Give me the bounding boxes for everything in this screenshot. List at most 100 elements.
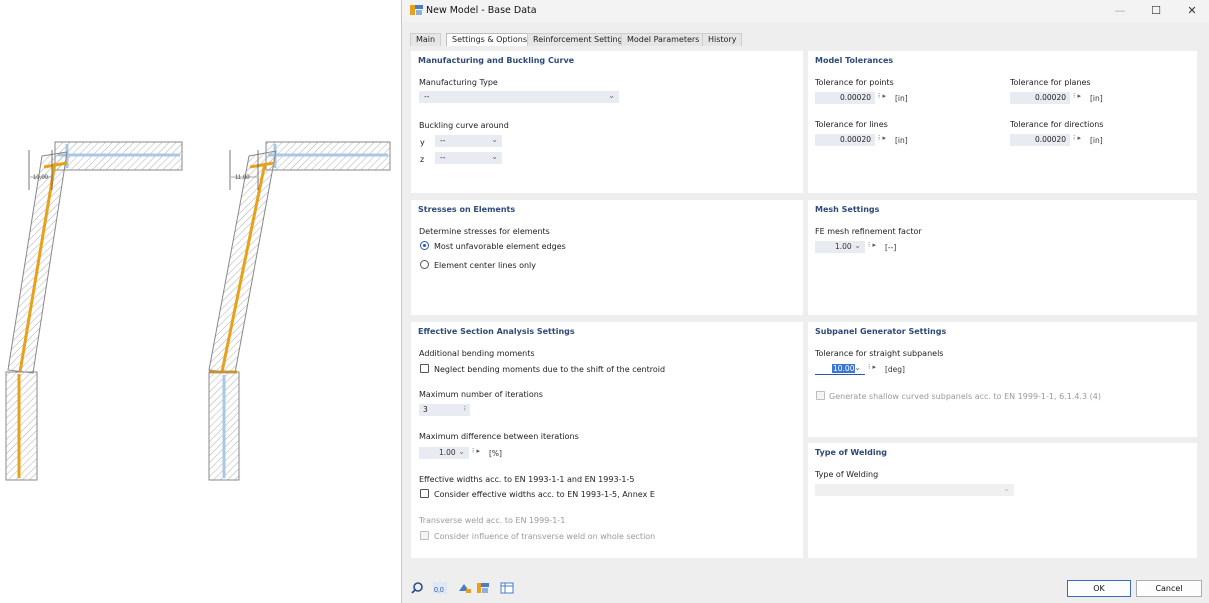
max-difference-unit: [%] — [489, 449, 502, 458]
consider-widths-checkbox[interactable] — [420, 489, 429, 498]
weld-influence-label[interactable]: Consider influence of transverse weld on… — [434, 532, 655, 541]
tolerance-points-unit: [in] — [895, 94, 908, 103]
max-difference-label: Maximum difference between iterations — [419, 432, 579, 441]
spin-icon[interactable]: ⁝ ▸ — [878, 134, 886, 142]
determine-stresses-label: Determine stresses for elements — [419, 227, 550, 236]
app-icon — [410, 5, 423, 15]
decimal-icon[interactable]: 0,0 — [433, 582, 447, 594]
tolerance-lines-label: Tolerance for lines — [815, 120, 888, 129]
chevron-down-icon: ⌄ — [491, 152, 498, 161]
spin-icon[interactable]: ⁝ ▸ — [868, 363, 876, 371]
manufacturing-type-value: -- — [424, 92, 430, 101]
mesh-heading: Mesh Settings — [815, 205, 880, 214]
mesh-factor-value: 1.00 — [835, 242, 852, 251]
tolerance-directions-value: 0.00020 — [1034, 135, 1066, 144]
tolerance-planes-input[interactable]: 0.00020 — [1010, 92, 1070, 104]
effective-section-panel: Effective Section Analysis Settings Addi… — [411, 322, 803, 558]
tolerance-lines-input[interactable]: 0.00020 — [815, 134, 875, 146]
spin-icon[interactable]: ⁝ ▸ — [472, 447, 480, 455]
spin-icon[interactable]: ⁝ ▸ — [868, 241, 876, 249]
tab-model-parameters[interactable]: Model Parameters — [621, 33, 706, 46]
tolerance-points-input[interactable]: 0.00020 — [815, 92, 875, 104]
chevron-down-icon: ⌄ — [854, 363, 861, 372]
left-dimension-label: 10,00 — [33, 175, 49, 181]
tolerance-directions-label: Tolerance for directions — [1010, 120, 1104, 129]
spin-icon[interactable]: ⁝ ▸ — [1073, 134, 1081, 142]
welding-type-select[interactable]: ⌄ — [815, 484, 1014, 496]
transverse-weld-label: Transverse weld acc. to EN 1999-1-1 — [419, 516, 566, 525]
shallow-curved-checkbox[interactable] — [816, 391, 825, 400]
search-icon[interactable] — [411, 582, 425, 594]
tolerance-planes-unit: [in] — [1090, 94, 1103, 103]
chevron-down-icon: ⌄ — [491, 135, 498, 144]
buckling-y-label: y — [420, 138, 425, 147]
straight-subpanels-label: Tolerance for straight subpanels — [815, 349, 944, 358]
model-tolerances-panel: Model Tolerances Tolerance for points 0.… — [808, 51, 1197, 193]
mesh-factor-select[interactable]: 1.00 ⌄ — [815, 241, 865, 253]
manufacturing-type-select[interactable]: -- ⌄ — [419, 91, 619, 103]
tab-reinforcement-settings[interactable]: Reinforcement Settings — [527, 33, 633, 46]
bending-moments-label: Additional bending moments — [419, 349, 535, 358]
max-iterations-label: Maximum number of iterations — [419, 390, 543, 399]
buckling-curve-label: Buckling curve around — [419, 121, 509, 130]
spin-icon[interactable]: ⁝ ▸ — [1073, 92, 1081, 100]
option-edges-label[interactable]: Most unfavorable element edges — [434, 242, 566, 251]
base-data-dialog: New Model - Base Data — ☐ ✕ Main Setting… — [401, 0, 1209, 603]
neglect-bending-checkbox[interactable] — [420, 364, 429, 373]
tolerance-directions-input[interactable]: 0.00020 — [1010, 134, 1070, 146]
tolerance-planes-value: 0.00020 — [1034, 93, 1066, 102]
minimize-button[interactable]: — — [1102, 0, 1138, 22]
tolerance-directions-unit: [in] — [1090, 136, 1103, 145]
stresses-panel: Stresses on Elements Determine stresses … — [411, 200, 803, 315]
buckling-z-value: -- — [440, 153, 446, 162]
shallow-curved-label[interactable]: Generate shallow curved subpanels acc. t… — [829, 392, 1101, 401]
radio-center-lines[interactable] — [420, 260, 429, 269]
spin-icon[interactable]: ⁝ — [464, 405, 466, 413]
subpanel-heading: Subpanel Generator Settings — [815, 327, 947, 336]
tab-history[interactable]: History — [702, 33, 743, 46]
max-difference-value: 1.00 — [439, 448, 456, 457]
right-dimension-label: 11,00 — [235, 175, 250, 181]
right-section-figure: 11,00 — [208, 141, 391, 481]
left-section-figure: 10,00 — [5, 141, 183, 481]
neglect-bending-label[interactable]: Neglect bending moments due to the shift… — [434, 365, 665, 374]
tolerance-lines-unit: [in] — [895, 136, 908, 145]
weld-influence-checkbox[interactable] — [420, 531, 429, 540]
model-icon[interactable] — [476, 582, 490, 594]
ok-button[interactable]: OK — [1067, 580, 1131, 597]
mesh-factor-label: FE mesh refinement factor — [815, 227, 922, 236]
radio-edges[interactable] — [420, 241, 429, 250]
tab-settings-options[interactable]: Settings & Options — [446, 33, 534, 46]
spin-icon[interactable]: ⁝ ▸ — [878, 92, 886, 100]
manufacturing-panel: Manufacturing and Buckling Curve Manufac… — [411, 51, 803, 193]
manufacturing-type-label: Manufacturing Type — [419, 78, 498, 87]
close-button[interactable]: ✕ — [1174, 0, 1209, 22]
chevron-down-icon: ⌄ — [1003, 484, 1010, 493]
maximize-button[interactable]: ☐ — [1138, 0, 1174, 22]
buckling-y-value: -- — [440, 136, 446, 145]
buckling-y-select[interactable]: -- ⌄ — [435, 135, 502, 147]
straight-subpanels-unit: [deg] — [885, 365, 905, 374]
view-icon[interactable] — [458, 582, 472, 594]
tolerance-lines-value: 0.00020 — [839, 135, 871, 144]
buckling-z-select[interactable]: -- ⌄ — [435, 152, 502, 164]
max-difference-select[interactable]: 1.00 ⌄ — [419, 447, 469, 459]
straight-subpanels-select[interactable]: 10.00 ⌄ — [815, 363, 865, 375]
manufacturing-heading: Manufacturing and Buckling Curve — [418, 56, 575, 65]
welding-panel: Type of Welding Type of Welding ⌄ — [808, 443, 1197, 558]
section-sketch: 10,00 11,00 — [5, 141, 391, 481]
max-iterations-input[interactable]: 3 ⁝ — [419, 404, 470, 416]
tab-main[interactable]: Main — [410, 33, 442, 46]
max-iterations-value: 3 — [423, 405, 428, 414]
consider-widths-label[interactable]: Consider effective widths acc. to EN 199… — [434, 490, 655, 499]
title-bar: New Model - Base Data — ☐ ✕ — [402, 0, 1209, 22]
cancel-button[interactable]: Cancel — [1136, 580, 1202, 597]
subpanel-generator-panel: Subpanel Generator Settings Tolerance fo… — [808, 322, 1197, 437]
effective-widths-label: Effective widths acc. to EN 1993-1-1 and… — [419, 475, 635, 484]
mesh-settings-panel: Mesh Settings FE mesh refinement factor … — [808, 200, 1197, 315]
tolerance-points-label: Tolerance for points — [815, 78, 894, 87]
effective-heading: Effective Section Analysis Settings — [418, 327, 575, 336]
option-center-label[interactable]: Element center lines only — [434, 261, 536, 270]
window-title: New Model - Base Data — [426, 5, 537, 16]
table-icon[interactable] — [500, 582, 514, 594]
